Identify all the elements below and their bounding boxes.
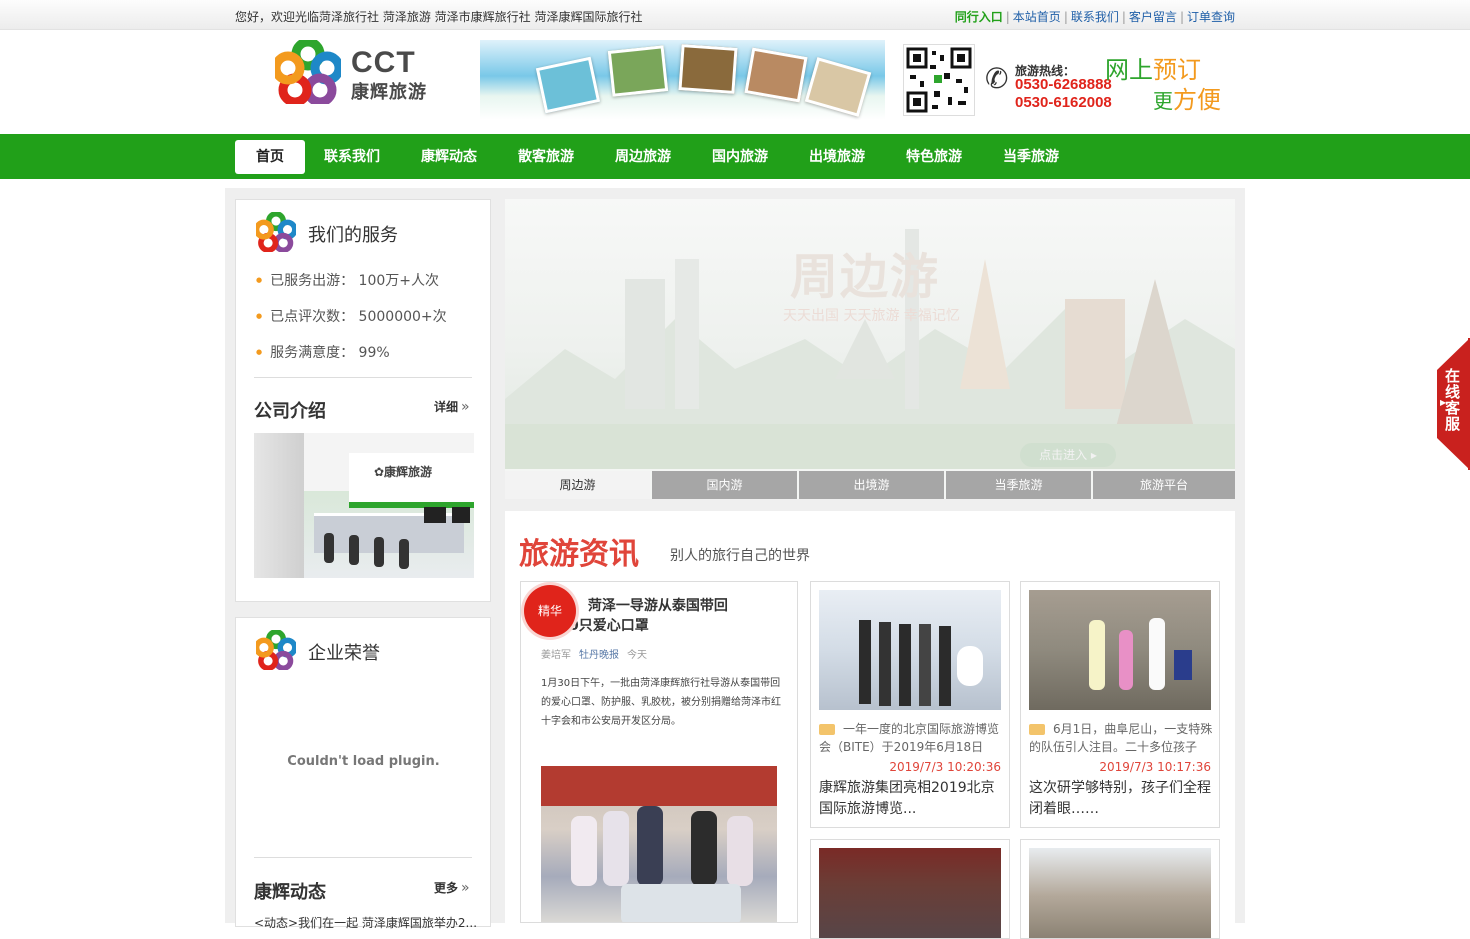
main-nav: 首页 联系我们 康辉动态 散客旅游 周边旅游 国内旅游 出境旅游 特色旅游 当季… — [0, 134, 1470, 179]
service-served-count: 已服务出游： 100万+人次 — [256, 270, 439, 290]
office-photo[interactable]: ✿康辉旅游 — [254, 433, 474, 578]
slider-image[interactable]: 周边游 天天出国 天天旅游 幸福记忆 点击进入 ▸ — [505, 199, 1235, 469]
services-box: 我们的服务 已服务出游： 100万+人次 已点评次数： 5000000+次 服务… — [235, 199, 491, 602]
header-banner-image — [480, 40, 885, 120]
cct-flower-logo-icon — [271, 37, 344, 107]
link-home[interactable]: 本站首页 — [1013, 10, 1061, 24]
news-card[interactable]: 6月1日，曲阜尼山，一支特殊的队伍引人注目。二十多位孩子 2019/7/3 10… — [1020, 581, 1220, 828]
tab-platform[interactable]: 旅游平台 — [1093, 471, 1235, 499]
nav-seasonal-tours[interactable]: 当季旅游 — [996, 140, 1066, 174]
news-card-date: 2019/7/3 10:20:36 — [889, 760, 1001, 774]
nav-special-tours[interactable]: 特色旅游 — [899, 140, 969, 174]
company-intro-title: 公司介绍 — [254, 401, 326, 422]
travel-news-title: 旅游资讯 — [519, 537, 639, 572]
news-card[interactable] — [1020, 839, 1220, 939]
slider-tagline: 天天出国 天天旅游 幸福记忆 — [783, 308, 960, 324]
double-chevron-right-icon: » — [461, 399, 470, 415]
news-card-photo — [1029, 590, 1211, 710]
divider — [254, 857, 472, 858]
nav-news[interactable]: 康辉动态 — [414, 140, 484, 174]
header: CCT 康辉旅游 ✆ 旅游热线： 0530-6268888 0530-61620… — [0, 30, 1470, 134]
slider-enter-button[interactable]: 点击进入 ▸ — [1020, 443, 1116, 467]
featured-headline: ！ 菏泽一导游从泰国带回 0只爱心口罩 — [569, 598, 728, 634]
hotline-number-1: 0530-6268888 — [1015, 76, 1112, 93]
nav-home[interactable]: 首页 — [235, 140, 305, 174]
news-card-photo — [819, 848, 1001, 938]
hero-slider: 周边游 天天出国 天天旅游 幸福记忆 点击进入 ▸ 周边游 国内游 出境游 当季… — [505, 199, 1235, 499]
honors-title: 企业荣誉 — [308, 643, 380, 664]
dynamics-more-link[interactable]: 更多» — [434, 879, 470, 896]
slogan-online: 网上 — [1105, 56, 1153, 84]
featured-photo — [541, 766, 777, 922]
slogan-more: 更 — [1153, 89, 1173, 113]
nav-outbound-tours[interactable]: 出境旅游 — [802, 140, 872, 174]
tab-nearby[interactable]: 周边游 — [505, 471, 650, 499]
featured-meta: 姜培军 牡丹晚报 今天 — [541, 650, 647, 661]
slider-headline: 周边游 — [790, 249, 941, 305]
divider — [254, 377, 472, 378]
news-card-title[interactable]: 康辉旅游集团亮相2019北京国际旅游博览... — [819, 778, 1004, 820]
phone-icon: ✆ — [985, 62, 1009, 95]
featured-badge: 精华 — [524, 585, 576, 637]
logo-chinese-text: 康辉旅游 — [351, 82, 427, 103]
cct-flower-logo-icon — [256, 630, 296, 670]
slogan: 网上预订 更方便 — [1105, 50, 1235, 114]
tab-domestic[interactable]: 国内游 — [652, 471, 797, 499]
nav-nearby-tours[interactable]: 周边旅游 — [608, 140, 678, 174]
travel-news-section: 旅游资讯 别人的旅行自己的世界 ！ 菏泽一导游从泰国带回 0只爱心口罩 精华 姜… — [505, 511, 1235, 939]
site-logo[interactable]: CCT 康辉旅游 — [271, 37, 435, 107]
news-card-summary: 6月1日，曲阜尼山，一支特殊的队伍引人注目。二十多位孩子 — [1029, 722, 1213, 754]
company-detail-link[interactable]: 详细» — [434, 398, 470, 415]
featured-news-card[interactable]: ！ 菏泽一导游从泰国带回 0只爱心口罩 精华 姜培军 牡丹晚报 今天 1月30日下午… — [520, 581, 798, 923]
honors-box: 企业荣誉 Couldn't load plugin. 康辉动态 更多» <动态>… — [235, 617, 491, 930]
link-contact[interactable]: 联系我们 — [1071, 10, 1119, 24]
welcome-text: 您好，欢迎光临菏泽旅行社 菏泽旅游 菏泽市康辉旅行社 菏泽康辉国际旅行社 — [235, 10, 643, 24]
tab-outbound[interactable]: 出境游 — [799, 471, 944, 499]
news-card-summary: 一年一度的北京国际旅游博览会（BITE）于2019年6月18日 — [819, 722, 1000, 754]
message-icon — [1029, 724, 1045, 735]
hotline-number-2: 0530-6162008 — [1015, 94, 1112, 111]
slider-tabs: 周边游 国内游 出境游 当季旅游 旅游平台 — [505, 471, 1235, 499]
nav-contact[interactable]: 联系我们 — [317, 140, 387, 174]
news-card-photo — [1029, 848, 1211, 938]
news-card-title[interactable]: 这次研学够特别，孩子们全程闭着眼…… — [1029, 778, 1214, 820]
news-card[interactable]: 一年一度的北京国际旅游博览会（BITE）于2019年6月18日 2019/7/3… — [810, 581, 1010, 828]
link-message[interactable]: 客户留言 — [1129, 10, 1177, 24]
online-service-button[interactable]: ▶ 在线客服 — [1437, 338, 1470, 470]
nav-domestic-tours[interactable]: 国内旅游 — [705, 140, 775, 174]
service-satisfaction: 服务满意度： 99% — [256, 342, 390, 362]
service-review-count: 已点评次数： 5000000+次 — [256, 306, 447, 326]
online-service-label: 在线客服 — [1445, 367, 1461, 433]
slogan-convenient: 方便 — [1173, 86, 1221, 114]
dynamics-title: 康辉动态 — [254, 882, 326, 903]
link-partner-entry[interactable]: 同行入口 — [955, 10, 1003, 24]
plugin-error-message: Couldn't load plugin. — [287, 754, 440, 769]
top-links: 同行入口 | 本站首页 | 联系我们 | 客户留言 | 订单查询 — [954, 10, 1235, 24]
featured-body: 1月30日下午，一批由菏泽康辉旅行社导游从泰国带回的爱心口罩、防护服、乳胶枕，被… — [541, 678, 781, 727]
news-card-date: 2019/7/3 10:17:36 — [1099, 760, 1211, 774]
nav-individual-tours[interactable]: 散客旅游 — [511, 140, 581, 174]
main-content: 我们的服务 已服务出游： 100万+人次 已点评次数： 5000000+次 服务… — [225, 188, 1245, 939]
logo-cct-text: CCT — [351, 46, 416, 79]
services-title: 我们的服务 — [308, 225, 398, 246]
news-card[interactable] — [810, 839, 1010, 939]
link-order-query[interactable]: 订单查询 — [1187, 10, 1235, 24]
travel-news-subtitle: 别人的旅行自己的世界 — [670, 548, 810, 564]
tab-seasonal[interactable]: 当季旅游 — [946, 471, 1091, 499]
news-card-photo — [819, 590, 1001, 710]
top-bar: 您好，欢迎光临菏泽旅行社 菏泽旅游 菏泽市康辉旅行社 菏泽康辉国际旅行社 同行入… — [0, 0, 1470, 30]
qr-code — [903, 44, 975, 116]
cct-flower-logo-icon — [256, 212, 296, 252]
double-chevron-right-icon: » — [461, 880, 470, 896]
message-icon — [819, 724, 835, 735]
